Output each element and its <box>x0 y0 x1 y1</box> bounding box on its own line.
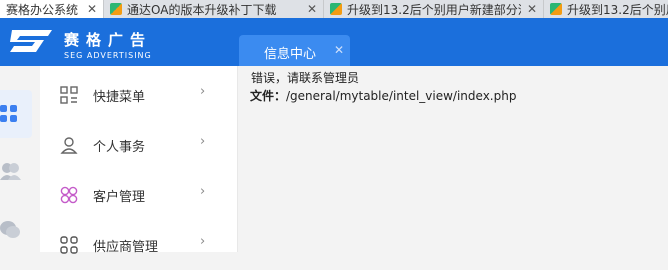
browser-tab-patch-download[interactable]: 通达OA的版本升级补丁下载 ✕ <box>104 0 324 18</box>
rail-apps-button[interactable] <box>0 90 32 138</box>
close-icon[interactable]: ✕ <box>307 2 317 16</box>
content-area: 错误，请联系管理员 文件：/general/mytable/intel_view… <box>238 66 668 252</box>
person-icon <box>60 137 78 154</box>
browser-tab-strip: 赛格办公系统 ✕ 通达OA的版本升级补丁下载 ✕ 升级到13.2后个别用户新建部… <box>0 0 668 18</box>
error-message: 错误，请联系管理员 <box>251 71 360 85</box>
error-file-path: /general/mytable/intel_view/index.php <box>286 89 517 103</box>
apps-grid-icon <box>0 105 17 122</box>
menu-item-shortcuts[interactable]: 快捷菜单 › <box>40 70 237 120</box>
browser-tab-seg-office[interactable]: 赛格办公系统 ✕ <box>0 0 104 18</box>
menu-item-label: 供应商管理 <box>93 240 159 255</box>
chevron-right-icon: › <box>200 234 206 249</box>
menu-item-suppliers[interactable]: 供应商管理 › <box>40 220 237 270</box>
favicon-icon <box>330 3 342 15</box>
close-icon[interactable]: ✕ <box>334 43 344 57</box>
rail-contacts-button[interactable] <box>0 148 32 196</box>
browser-tab-title: 升级到13.2后个别用户新建部分流程 <box>347 2 521 17</box>
seg-logo-icon <box>10 30 52 52</box>
icon-rail <box>0 66 40 252</box>
menu-item-label: 客户管理 <box>93 190 146 205</box>
chevron-right-icon: › <box>200 134 206 149</box>
browser-tab-title: 升级到13.2后个别用户新建部分流程 <box>567 2 668 17</box>
menu-item-customers[interactable]: 客户管理 › <box>40 170 237 220</box>
chat-icon <box>0 221 20 238</box>
clover-icon <box>60 186 78 204</box>
menu-item-label: 个人事务 <box>93 140 146 155</box>
app-header: 赛格广告 SEG ADVERTISING 信息中心 ✕ <box>0 18 668 66</box>
error-file-label: 文件： <box>250 89 287 103</box>
brand-name: 赛格广告 <box>64 31 153 49</box>
close-icon[interactable]: ✕ <box>527 2 537 16</box>
browser-tab-upgrade-issue-2[interactable]: 升级到13.2后个别用户新建部分流程 ✕ <box>544 0 668 18</box>
browser-tab-upgrade-issue-1[interactable]: 升级到13.2后个别用户新建部分流程 ✕ <box>324 0 544 18</box>
grid-icon <box>60 86 78 104</box>
side-menu: 快捷菜单 › 个人事务 › 客户管理 › 供应商管理 › <box>40 66 238 255</box>
menu-item-label: 快捷菜单 <box>93 90 146 105</box>
brand-subtitle: SEG ADVERTISING <box>64 51 152 60</box>
chevron-right-icon: › <box>200 84 206 99</box>
browser-tab-title: 通达OA的版本升级补丁下载 <box>127 2 277 17</box>
browser-tab-title: 赛格办公系统 <box>6 2 79 17</box>
close-icon[interactable]: ✕ <box>87 2 97 16</box>
people-icon <box>0 163 21 180</box>
tab-info-center[interactable]: 信息中心 ✕ <box>239 35 350 66</box>
favicon-icon <box>550 3 562 15</box>
favicon-icon <box>110 3 122 15</box>
error-file-line: 文件：/general/mytable/intel_view/index.php <box>250 87 516 104</box>
rail-chat-button[interactable] <box>0 204 32 252</box>
menu-item-personal[interactable]: 个人事务 › <box>40 120 237 170</box>
chevron-right-icon: › <box>200 184 206 199</box>
tab-label: 信息中心 <box>264 47 317 62</box>
apps-icon <box>60 236 78 254</box>
